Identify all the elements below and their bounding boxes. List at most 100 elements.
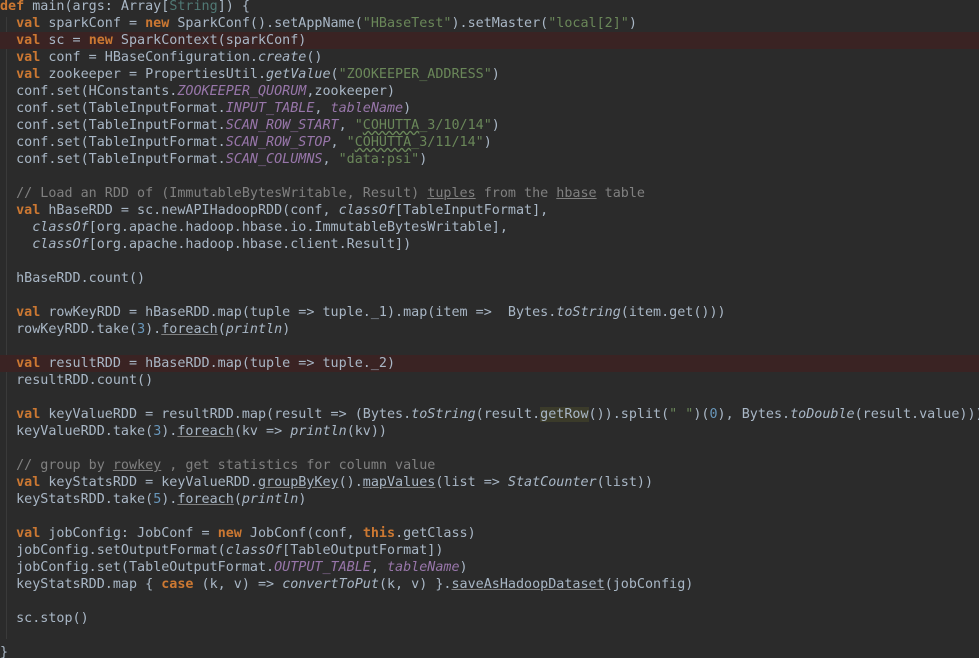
code-line-keyvalue-take[interactable]: keyValueRDD.take(3).foreach(kv => printl…: [0, 423, 979, 440]
code-line-zookeeper[interactable]: val zookeeper = PropertiesUtil.getValue(…: [0, 66, 979, 83]
code-line-close-brace[interactable]: }: [0, 644, 979, 658]
code-token: INPUT_TABLE: [225, 101, 315, 116]
code-line-hbase-rdd[interactable]: val hBaseRDD = sc.newAPIHadoopRDD(conf, …: [0, 202, 979, 219]
code-token: case: [161, 577, 194, 592]
code-token: val: [16, 305, 41, 320]
code-token: SCAN_ROW_START: [225, 118, 339, 133]
code-token: [TableOutputFormat]): [282, 543, 444, 558]
code-token: StatCounter: [507, 475, 597, 490]
code-line-spark-conf[interactable]: val sparkConf = new SparkConf().setAppNa…: [0, 15, 979, 32]
code-line-blank-9[interactable]: [0, 627, 979, 644]
code-line-blank-7[interactable]: [0, 508, 979, 525]
code-token: ]) {: [217, 0, 250, 14]
code-token: COHUTTA: [362, 118, 420, 133]
code-line-rowkey-rdd[interactable]: val rowKeyRDD = hBaseRDD.map(tuple => tu…: [0, 304, 979, 321]
code-token: (result.: [475, 407, 541, 422]
code-line-conf-quorum[interactable]: conf.set(HConstants.ZOOKEEPER_QUORUM,zoo…: [0, 83, 979, 100]
code-line-job-config[interactable]: val jobConfig: JobConf = new JobConf(con…: [0, 525, 979, 542]
code-line-spark-context[interactable]: val sc = new SparkContext(sparkConf): [0, 32, 979, 49]
code-token: foreach: [177, 424, 234, 439]
code-token: from the: [475, 186, 557, 201]
code-line-def-main[interactable]: def main(args: Array[String]) {: [0, 0, 979, 15]
code-token: 0: [709, 407, 718, 422]
code-token: ": [346, 135, 355, 150]
code-line-keystats-save[interactable]: keyStatsRDD.map { case (k, v) => convert…: [0, 576, 979, 593]
code-line-blank-8[interactable]: [0, 593, 979, 610]
code-line-job-output-format[interactable]: jobConfig.setOutputFormat(classOf[TableO…: [0, 542, 979, 559]
code-token: resultRDD.count(): [0, 373, 154, 388]
code-token: new: [217, 526, 242, 541]
code-line-comment-load-rdd[interactable]: // Load an RDD of (ImmutableBytesWritabl…: [0, 185, 979, 202]
code-token: convertToPut: [282, 577, 379, 592]
code-token: ), Bytes.: [717, 407, 791, 422]
code-token: SparkContext(sparkConf): [112, 33, 307, 48]
code-token: ()).split(: [588, 407, 670, 422]
code-token: ): [282, 322, 291, 337]
code-token: val: [16, 475, 41, 490]
code-line-keyvalue-rdd[interactable]: val keyValueRDD = resultRDD.map(result =…: [0, 406, 979, 423]
code-line-blank-4[interactable]: [0, 338, 979, 355]
code-token: toString: [411, 407, 476, 422]
code-line-hbase-conf[interactable]: val conf = HBaseConfiguration.create(): [0, 49, 979, 66]
code-token: [org.apache.hadoop.hbase.io.ImmutableByt…: [88, 220, 508, 235]
code-token: ).setMaster(: [451, 16, 549, 31]
code-token: val: [16, 33, 41, 48]
code-token: ): [483, 135, 492, 150]
code-token: COHUTTA: [354, 135, 412, 150]
code-token: ,: [338, 118, 355, 133]
code-line-keystats-rdd[interactable]: val keyStatsRDD = keyValueRDD.groupByKey…: [0, 474, 979, 491]
code-token: val: [16, 203, 41, 218]
code-token: (: [233, 492, 242, 507]
code-token: foreach: [177, 492, 234, 507]
code-line-sc-stop[interactable]: sc.stop(): [0, 610, 979, 627]
code-line-blank-5[interactable]: [0, 389, 979, 406]
code-token: ,: [330, 135, 347, 150]
code-line-job-output-table[interactable]: jobConfig.set(TableOutputFormat.OUTPUT_T…: [0, 559, 979, 576]
code-token: ): [628, 16, 637, 31]
code-line-rowkey-take[interactable]: rowKeyRDD.take(3).foreach(println): [0, 321, 979, 338]
code-line-blank-6[interactable]: [0, 440, 979, 457]
code-token: (k, v) }.: [378, 577, 452, 592]
code-token: hbase: [556, 186, 597, 201]
code-token: conf.set(TableInputFormat.: [0, 118, 226, 133]
code-token: val: [16, 16, 41, 31]
code-line-keystats-take[interactable]: keyStatsRDD.take(5).foreach(println): [0, 491, 979, 508]
code-token: "HBaseTest": [362, 16, 452, 31]
code-line-conf-row-stop[interactable]: conf.set(TableInputFormat.SCAN_ROW_STOP,…: [0, 134, 979, 151]
code-line-result-rdd[interactable]: val resultRDD = hBaseRDD.map(tuple => tu…: [0, 355, 979, 372]
code-token: jobConfig: JobConf =: [40, 526, 218, 541]
code-token: "local[2]": [548, 16, 629, 31]
code-line-conf-columns[interactable]: conf.set(TableInputFormat.SCAN_COLUMNS, …: [0, 151, 979, 168]
code-line-hbase-rdd-arg3[interactable]: classOf[org.apache.hadoop.hbase.client.R…: [0, 236, 979, 253]
code-token: this: [362, 526, 396, 541]
code-token: println: [225, 322, 283, 337]
code-editor[interactable]: def main(args: Array[String]) { val spar…: [0, 0, 979, 658]
code-token: conf.set(TableInputFormat.: [0, 101, 226, 116]
code-token: [org.apache.hadoop.hbase.client.Result]): [88, 237, 412, 252]
code-line-blank-1[interactable]: [0, 168, 979, 185]
code-line-hbase-rdd-count[interactable]: hBaseRDD.count(): [0, 270, 979, 287]
code-token: sc =: [40, 33, 89, 48]
code-line-conf-input-table[interactable]: conf.set(TableInputFormat.INPUT_TABLE, t…: [0, 100, 979, 117]
code-token: ): [403, 101, 412, 116]
code-line-result-count[interactable]: resultRDD.count(): [0, 372, 979, 389]
code-line-blank-2[interactable]: [0, 253, 979, 270]
code-token: (kv =>: [233, 424, 291, 439]
code-token: getRow: [540, 407, 589, 422]
code-token: (): [306, 50, 323, 65]
code-line-blank-3[interactable]: [0, 287, 979, 304]
code-token: "data:psi": [338, 152, 420, 167]
code-line-conf-row-start[interactable]: conf.set(TableInputFormat.SCAN_ROW_START…: [0, 117, 979, 134]
code-token: tableName: [330, 101, 404, 116]
code-line-comment-group[interactable]: // group by rowkey , get statistics for …: [0, 457, 979, 474]
code-line-hbase-rdd-arg2[interactable]: classOf[org.apache.hadoop.hbase.io.Immut…: [0, 219, 979, 236]
code-token: classOf: [225, 543, 283, 558]
